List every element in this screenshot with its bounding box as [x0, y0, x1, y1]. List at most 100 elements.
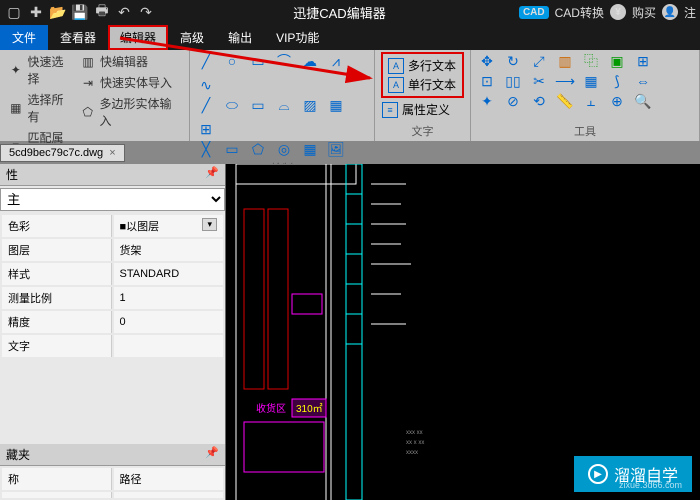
donut-icon[interactable]: ◎ [274, 140, 294, 158]
hatch-icon[interactable]: ▦ [326, 96, 346, 114]
circle-icon[interactable]: ○ [222, 52, 242, 70]
table-row: 测量比例1 [2, 287, 223, 309]
rotate-icon[interactable]: ↻ [503, 52, 523, 70]
table-row [2, 492, 223, 498]
rect3-icon[interactable]: ▭ [222, 140, 242, 158]
find-icon[interactable]: 🔍 [633, 92, 653, 110]
redo-icon[interactable]: ↷ [136, 2, 156, 22]
buy-link[interactable]: 购买 [632, 4, 656, 21]
group-tools-label: 工具 [477, 121, 693, 139]
print-icon[interactable]: 🖶 [92, 2, 112, 22]
props-title: 性 [6, 166, 18, 183]
mirror-icon[interactable]: ▯▯ [503, 72, 523, 90]
arc-icon[interactable]: ⌒ [274, 52, 294, 70]
svg-text:xx x xx: xx x xx [406, 440, 424, 446]
tab-viewer[interactable]: 查看器 [48, 25, 108, 50]
tab-vip[interactable]: VIP功能 [264, 25, 331, 50]
fav-title: 藏夹 [6, 446, 30, 463]
tab-editor[interactable]: 编辑器 [108, 25, 168, 50]
quick-select-button[interactable]: ✦快速选择 [6, 52, 76, 88]
multiline-text-button[interactable]: A多行文本 [387, 56, 458, 75]
svg-text:310㎡: 310㎡ [296, 403, 323, 415]
cloud-icon[interactable]: ☁ [300, 52, 320, 70]
layer-icon[interactable]: ▥ [555, 52, 575, 70]
quick-entity-button[interactable]: ⇥快速实体导入 [78, 73, 183, 92]
table-row: 文字 [2, 335, 223, 357]
line-icon[interactable]: ╱ [196, 52, 216, 70]
drawing-canvas[interactable]: 收货区 310㎡ xxx xx xx x xx xxxx [226, 164, 700, 500]
group-text-label: 文字 [381, 121, 464, 139]
cad-badge: CAD [519, 6, 549, 19]
table-header: 称路径 [2, 468, 223, 490]
poly-entity-button[interactable]: ⬠多边形实体输入 [78, 94, 183, 130]
watermark: ▶ 溜溜自学 zixue.3d66.com [574, 456, 692, 492]
pin-icon[interactable]: 📌 [205, 446, 219, 463]
singleline-text-button[interactable]: A单行文本 [387, 75, 458, 94]
poly2-icon[interactable]: ⬠ [248, 140, 268, 158]
copy-icon[interactable]: ⿻ [581, 52, 601, 70]
close-icon[interactable]: × [109, 147, 115, 159]
add-icon[interactable]: ✚ [26, 2, 46, 22]
register-link[interactable]: 注 [684, 4, 696, 21]
scale-icon[interactable]: ⤢ [529, 52, 549, 70]
new-icon[interactable]: ▢ [4, 2, 24, 22]
table-row: 色彩■以图层▾ [2, 215, 223, 237]
move-icon[interactable]: ✥ [477, 52, 497, 70]
dims-icon[interactable]: ⊞ [196, 120, 216, 138]
ellipse-icon[interactable]: ⬭ [222, 96, 242, 114]
svg-text:收货区: 收货区 [256, 402, 286, 415]
tab-advanced[interactable]: 高级 [168, 25, 216, 50]
image-icon[interactable]: 🖼 [326, 140, 346, 158]
line2-icon[interactable]: ╱ [196, 96, 216, 114]
table-row: 样式STANDARD [2, 263, 223, 285]
explode-icon[interactable]: ✦ [477, 92, 497, 110]
attr-def-button[interactable]: ≡属性定义 [381, 100, 464, 119]
snap-icon[interactable]: ⊕ [607, 92, 627, 110]
table-row: 图层货架 [2, 239, 223, 261]
app-title: 迅捷CAD编辑器 [160, 3, 519, 22]
tab-file[interactable]: 文件 [0, 25, 48, 50]
stext-icon: A [388, 77, 404, 93]
join-icon[interactable]: ⟲ [529, 92, 549, 110]
fillet-icon[interactable]: ⟆ [607, 72, 627, 90]
offset-icon[interactable]: ⊡ [477, 72, 497, 90]
spline-icon[interactable]: ∿ [196, 76, 216, 94]
file-tab-name: 5cd9bec79c7c.dwg [9, 147, 103, 159]
chevron-down-icon: ▾ [202, 218, 217, 231]
align-icon[interactable]: ⫠ [581, 92, 601, 110]
undo-icon[interactable]: ↶ [114, 2, 134, 22]
table-row: 精度0 [2, 311, 223, 333]
extend-icon[interactable]: ⟶ [555, 72, 575, 90]
svg-text:xxxx: xxxx [406, 450, 418, 456]
cad-convert-link[interactable]: CAD转换 [555, 4, 604, 21]
user-icon: 👤 [662, 4, 678, 20]
import-icon: ⇥ [80, 75, 96, 91]
curve-icon[interactable]: ⌓ [274, 96, 294, 114]
pin-icon[interactable]: 📌 [205, 166, 219, 183]
wand-icon: ✦ [8, 62, 24, 78]
rect-icon[interactable]: ▭ [248, 52, 268, 70]
array-icon[interactable]: ▦ [581, 72, 601, 90]
select-all-button[interactable]: ▦选择所有 [6, 90, 76, 126]
rect2-icon[interactable]: ▭ [248, 96, 268, 114]
block-icon[interactable]: ▣ [607, 52, 627, 70]
play-icon: ▶ [588, 464, 608, 484]
attrdef-icon: ≡ [382, 102, 398, 118]
quick-editor-button[interactable]: ▥快编辑器 [78, 52, 183, 71]
tab-output[interactable]: 输出 [216, 25, 264, 50]
measure-icon[interactable]: 📏 [555, 92, 575, 110]
props-main-select[interactable]: 主 [0, 188, 225, 211]
currency-icon: ¥ [610, 4, 626, 20]
xline-icon[interactable]: ╳ [196, 140, 216, 158]
save-icon[interactable]: 💾 [70, 2, 90, 22]
file-tab[interactable]: 5cd9bec79c7c.dwg × [0, 144, 125, 162]
region-icon[interactable]: ▨ [300, 96, 320, 114]
stretch-icon[interactable]: ⇔ [633, 72, 653, 90]
break-icon[interactable]: ⊘ [503, 92, 523, 110]
trim-icon[interactable]: ✂ [529, 72, 549, 90]
group-icon[interactable]: ⊞ [633, 52, 653, 70]
table-icon[interactable]: ▦ [300, 140, 320, 158]
polyline-icon[interactable]: ⩘ [326, 52, 346, 70]
svg-text:xxx xx: xxx xx [406, 430, 423, 436]
open-icon[interactable]: 📂 [48, 2, 68, 22]
